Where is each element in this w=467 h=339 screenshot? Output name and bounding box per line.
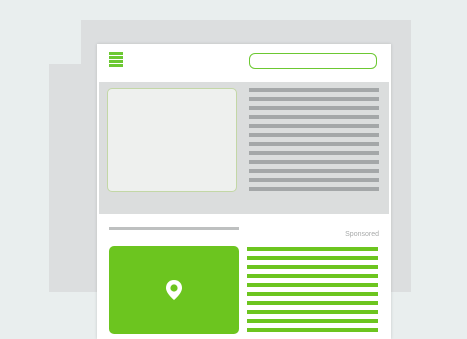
location-pin-icon [166, 280, 182, 300]
ad-text-line [247, 247, 378, 251]
text-line [249, 106, 379, 110]
top-bar [97, 44, 391, 82]
text-line [249, 160, 379, 164]
text-line [249, 169, 379, 173]
ad-text-lines [247, 247, 378, 337]
hero-section [99, 82, 389, 214]
text-line [249, 187, 379, 191]
text-line [249, 142, 379, 146]
search-input[interactable] [249, 53, 377, 69]
backdrop-notch [49, 20, 81, 64]
hero-image-placeholder [107, 88, 237, 192]
ad-text-line [247, 301, 378, 305]
ad-text-line [247, 328, 378, 332]
text-line [249, 124, 379, 128]
hamburger-menu-icon[interactable] [109, 52, 123, 68]
text-line [249, 178, 379, 182]
ad-text-line [247, 283, 378, 287]
sponsored-label: Sponsored [345, 231, 379, 238]
page-mockup: Sponsored [97, 44, 391, 339]
hero-text-lines [249, 88, 379, 196]
ad-text-line [247, 265, 378, 269]
text-line [249, 88, 379, 92]
section-heading-line [109, 227, 239, 230]
ad-text-line [247, 256, 378, 260]
ad-text-line [247, 310, 378, 314]
ad-image[interactable] [109, 246, 239, 334]
text-line [249, 115, 379, 119]
ad-text-line [247, 274, 378, 278]
text-line [249, 97, 379, 101]
ad-text-line [247, 319, 378, 323]
ad-text-line [247, 292, 378, 296]
text-line [249, 133, 379, 137]
text-line [249, 151, 379, 155]
